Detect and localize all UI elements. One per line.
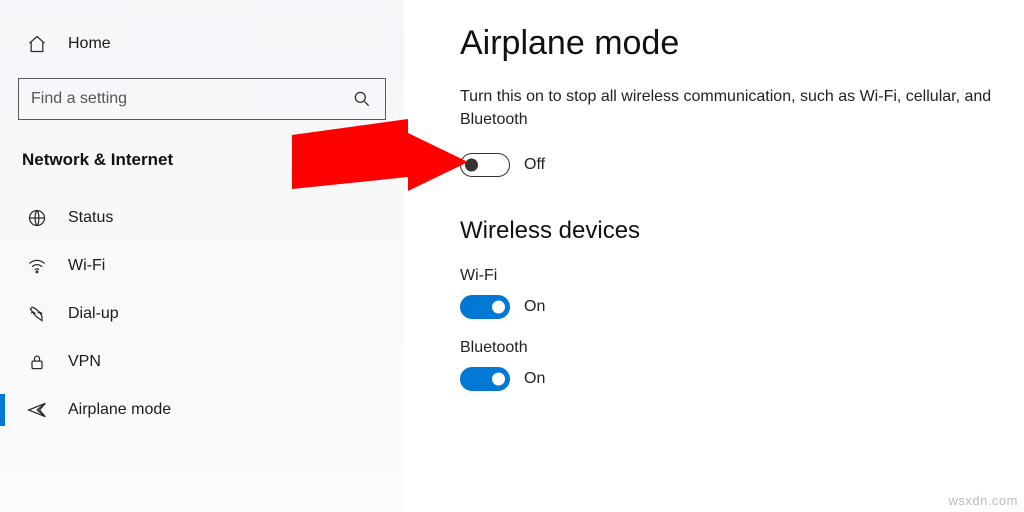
sidebar: Home Network & Internet Status Wi-Fi Dia… bbox=[0, 0, 404, 512]
sidebar-item-label: VPN bbox=[68, 353, 101, 371]
home-icon bbox=[26, 33, 48, 55]
wifi-block: Wi-Fi On bbox=[460, 267, 1016, 319]
page-title: Airplane mode bbox=[460, 24, 1016, 63]
wifi-toggle[interactable] bbox=[460, 295, 510, 319]
sidebar-item-label: Status bbox=[68, 209, 113, 227]
search-container bbox=[0, 68, 404, 134]
bluetooth-label: Bluetooth bbox=[460, 339, 1016, 357]
sidebar-item-label: Wi-Fi bbox=[68, 257, 105, 275]
sidebar-item-label: Dial-up bbox=[68, 305, 119, 323]
sidebar-item-airplane[interactable]: Airplane mode bbox=[0, 386, 404, 434]
globe-icon bbox=[26, 207, 48, 229]
nav-home-label: Home bbox=[68, 35, 111, 53]
watermark: wsxdn.com bbox=[948, 493, 1018, 508]
wifi-icon bbox=[26, 255, 48, 277]
nav-home[interactable]: Home bbox=[0, 20, 404, 68]
sidebar-item-vpn[interactable]: VPN bbox=[0, 338, 404, 386]
search-box[interactable] bbox=[18, 78, 386, 120]
sidebar-item-dialup[interactable]: Dial-up bbox=[0, 290, 404, 338]
category-title: Network & Internet bbox=[0, 134, 404, 194]
page-description: Turn this on to stop all wireless commun… bbox=[460, 85, 1016, 131]
content-pane: Airplane mode Turn this on to stop all w… bbox=[404, 0, 1024, 512]
sidebar-item-label: Airplane mode bbox=[68, 401, 171, 419]
bluetooth-toggle-state: On bbox=[524, 370, 545, 388]
search-icon bbox=[351, 88, 373, 110]
wireless-heading: Wireless devices bbox=[460, 217, 1016, 245]
search-input[interactable] bbox=[31, 90, 351, 108]
sidebar-item-status[interactable]: Status bbox=[0, 194, 404, 242]
bluetooth-block: Bluetooth On bbox=[460, 339, 1016, 391]
wifi-toggle-state: On bbox=[524, 298, 545, 316]
sidebar-item-wifi[interactable]: Wi-Fi bbox=[0, 242, 404, 290]
airplane-toggle[interactable] bbox=[460, 153, 510, 177]
dialup-icon bbox=[26, 303, 48, 325]
wifi-label: Wi-Fi bbox=[460, 267, 1016, 285]
airplane-icon bbox=[26, 399, 48, 421]
airplane-toggle-row: Off bbox=[460, 153, 1016, 177]
vpn-icon bbox=[26, 351, 48, 373]
bluetooth-toggle[interactable] bbox=[460, 367, 510, 391]
airplane-toggle-state: Off bbox=[524, 156, 545, 174]
